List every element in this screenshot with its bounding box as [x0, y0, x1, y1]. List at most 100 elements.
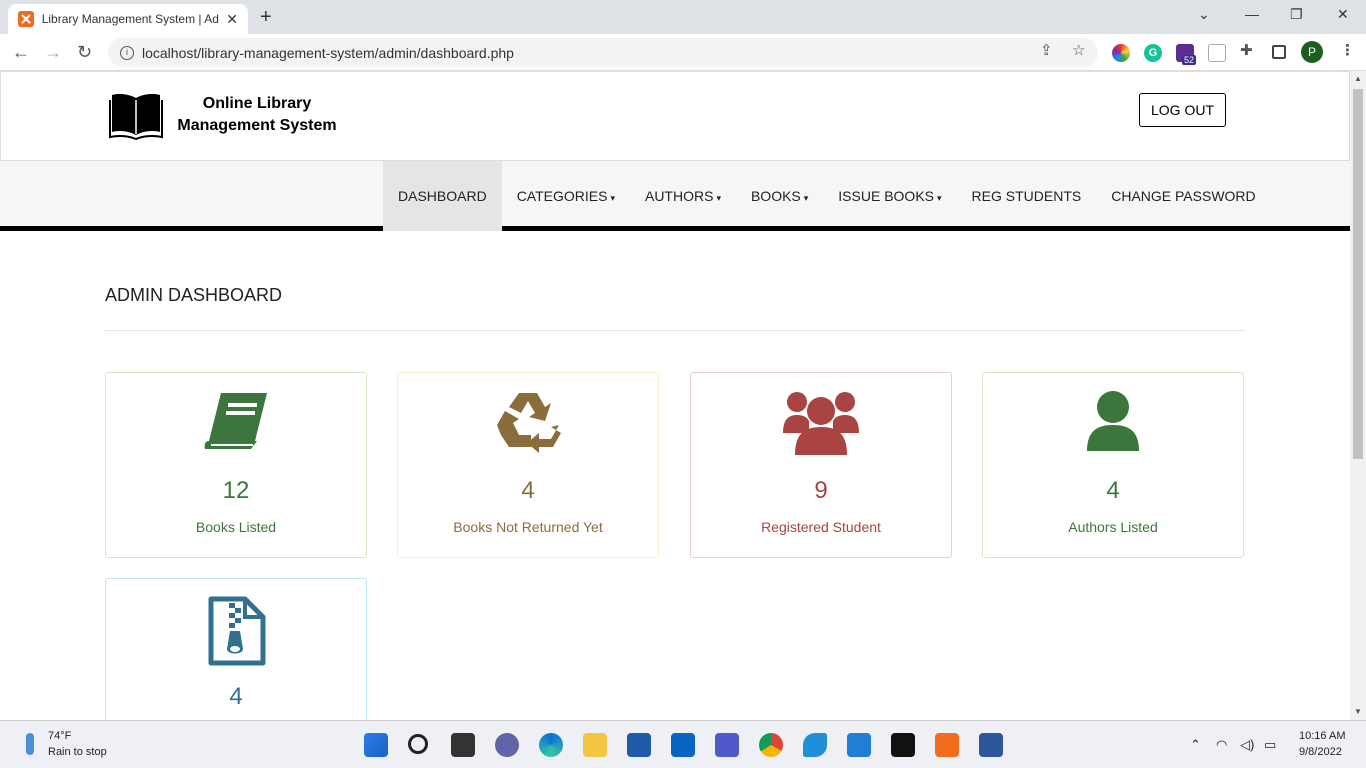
file-explorer-icon[interactable] [583, 733, 607, 757]
browser-tab-bar: Library Management System | Ad ✕ + ⌄ — ❐… [0, 0, 1366, 34]
site-info-icon[interactable]: i [120, 45, 134, 60]
authors-listed-count: 4 [1106, 477, 1120, 504]
registered-students-label: Registered Student [761, 519, 881, 535]
nav-item-categories[interactable]: CATEGORIES ▾ [502, 161, 630, 231]
terminal-icon[interactable] [891, 733, 915, 757]
recycle-icon [398, 389, 658, 459]
site-title-line2: Management System [177, 117, 337, 134]
chevron-down-icon: ▾ [716, 193, 721, 203]
minimize-icon[interactable]: — [1245, 6, 1259, 22]
xampp-icon[interactable] [935, 733, 959, 757]
profile-avatar[interactable]: P [1301, 41, 1323, 63]
windows-start-icon[interactable] [364, 733, 388, 757]
book-icon [106, 389, 366, 459]
card-registered-students: 9 Registered Student [690, 372, 952, 558]
nav-item-label: ISSUE BOOKS [838, 188, 934, 204]
books-not-returned-count: 4 [521, 477, 535, 504]
extensions-puzzle-icon[interactable]: ✚ [1240, 41, 1253, 59]
user-icon [983, 389, 1243, 459]
scroll-up-icon[interactable]: ▲ [1354, 74, 1362, 83]
clock-time[interactable]: 10:16 AM [1299, 730, 1345, 742]
registered-students-count: 9 [814, 477, 828, 504]
teams-icon[interactable] [715, 733, 739, 757]
tab-search-icon[interactable]: ⌄ [1198, 6, 1210, 23]
divider [105, 330, 1245, 331]
wifi-icon[interactable]: ◠ [1216, 737, 1227, 753]
address-bar[interactable]: i localhost/library-management-system/ad… [108, 38, 1098, 67]
close-window-icon[interactable]: ✕ [1337, 6, 1349, 23]
menu-list: DASHBOARD CATEGORIES ▾ AUTHORS ▾ BOOKS ▾ ISSUE … [383, 161, 1271, 231]
show-hidden-icons-icon[interactable]: ⌃ [1190, 737, 1201, 753]
bookmark-star-icon[interactable]: ☆ [1072, 41, 1085, 59]
authors-listed-label: Authors Listed [1068, 519, 1158, 535]
edge-browser-icon[interactable] [539, 733, 563, 757]
search-icon[interactable] [408, 734, 428, 754]
mail-icon[interactable] [671, 733, 695, 757]
url-text: localhost/library-management-system/admi… [142, 44, 514, 61]
scroll-down-icon[interactable]: ▼ [1354, 707, 1362, 716]
chat-icon[interactable] [495, 733, 519, 757]
nav-item-books[interactable]: BOOKS ▾ [736, 161, 823, 231]
file-archive-icon [106, 595, 366, 666]
xampp-favicon-icon [18, 11, 34, 27]
nav-item-label: DASHBOARD [398, 188, 487, 204]
windows-taskbar: 74°F Rain to stop ⌃ ◠ ◁) ▭ 10:16 AM 9/8/… [0, 720, 1366, 768]
vscode-icon[interactable] [847, 733, 871, 757]
logout-button[interactable]: LOG OUT [1139, 93, 1226, 127]
chevron-down-icon: ▾ [610, 193, 615, 203]
books-listed-label: Books Listed [195, 519, 277, 535]
microsoft-store-icon[interactable] [627, 733, 651, 757]
volume-icon[interactable]: ◁) [1240, 737, 1254, 753]
page-scrollbar[interactable]: ▲ ▼ [1350, 71, 1366, 720]
browser-toolbar: ← → ↻ i localhost/library-management-sys… [0, 34, 1366, 71]
page-title: ADMIN DASHBOARD [105, 285, 283, 305]
shield-extension-icon[interactable] [1208, 44, 1226, 62]
dev-app-icon[interactable] [803, 733, 827, 757]
grammarly-icon[interactable]: G [1144, 44, 1162, 62]
chrome-icon[interactable] [759, 733, 783, 757]
browser-tab[interactable]: Library Management System | Ad ✕ [8, 4, 248, 34]
open-book-logo-icon [109, 92, 163, 145]
scrollbar-thumb[interactable] [1353, 89, 1363, 459]
chevron-down-icon: ▾ [803, 193, 809, 203]
main-navigation: DASHBOARD CATEGORIES ▾ AUTHORS ▾ BOOKS ▾ ISSUE … [0, 161, 1350, 231]
new-tab-icon[interactable]: + [260, 6, 272, 29]
maximize-icon[interactable]: ❐ [1290, 6, 1303, 23]
reload-icon[interactable]: ↻ [77, 42, 92, 63]
nav-item-label: AUTHORS [644, 188, 714, 204]
site-header: Online Library Management System LOG OUT [0, 71, 1350, 161]
nav-item-issue-books[interactable]: ISSUE BOOKS ▾ [823, 161, 956, 231]
word-icon[interactable] [979, 733, 1003, 757]
card-issued-books: 4 [105, 578, 367, 720]
task-view-icon[interactable] [451, 733, 475, 757]
clock-date[interactable]: 9/8/2022 [1299, 746, 1342, 758]
card-authors-listed: 4 Authors Listed [982, 372, 1244, 558]
card-books-not-returned: 4 Books Not Returned Yet [397, 372, 659, 558]
back-icon[interactable]: ← [12, 42, 30, 63]
weather-description[interactable]: Rain to stop [48, 746, 107, 758]
nav-item-dashboard[interactable]: DASHBOARD [383, 161, 502, 231]
extension-badge: 52 [1182, 55, 1197, 65]
forward-icon[interactable]: → [44, 42, 62, 63]
card-books-listed: 12 Books Listed [105, 372, 367, 558]
close-tab-icon[interactable]: ✕ [226, 11, 238, 28]
tab-title: Library Management System | Ad [41, 12, 219, 26]
nav-item-reg-students[interactable]: REG STUDENTS [957, 161, 1097, 231]
nav-item-change-password[interactable]: CHANGE PASSWORD [1096, 161, 1270, 231]
nav-item-label: REG STUDENTS [971, 188, 1082, 204]
page-viewport: Online Library Management System LOG OUT… [0, 71, 1350, 720]
browser-menu-icon[interactable]: ⋮ [1340, 41, 1355, 59]
users-icon [691, 389, 951, 459]
color-extension-icon[interactable] [1112, 44, 1130, 62]
books-listed-count: 12 [222, 477, 250, 504]
nav-item-label: BOOKS [750, 188, 801, 204]
chevron-down-icon: ▾ [937, 193, 942, 203]
rain-weather-icon[interactable] [26, 733, 34, 755]
side-panel-icon[interactable] [1272, 45, 1286, 59]
issued-books-count: 4 [229, 683, 243, 710]
weather-temperature[interactable]: 74°F [48, 730, 71, 742]
books-not-returned-label: Books Not Returned Yet [453, 519, 603, 535]
share-icon[interactable]: ⇪ [1040, 41, 1053, 59]
battery-icon[interactable]: ▭ [1264, 737, 1276, 753]
nav-item-authors[interactable]: AUTHORS ▾ [630, 161, 736, 231]
